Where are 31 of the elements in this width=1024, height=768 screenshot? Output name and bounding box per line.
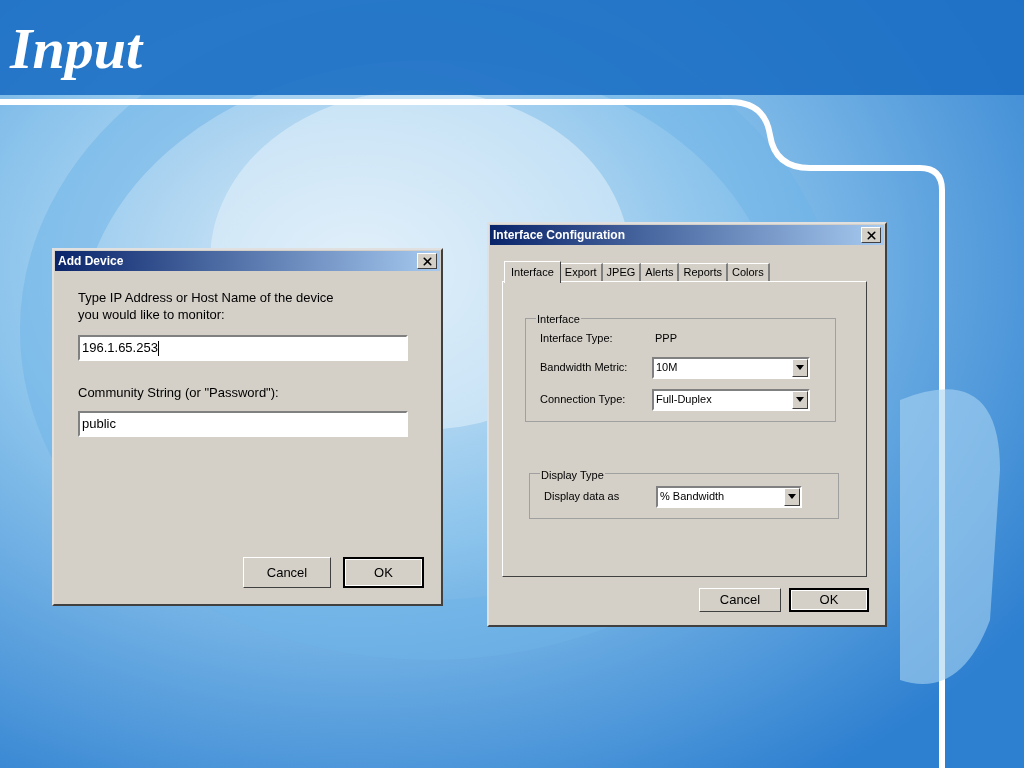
tab[interactable]: Reports bbox=[679, 263, 728, 281]
group-title: Display Type bbox=[541, 468, 604, 481]
close-button[interactable] bbox=[417, 253, 437, 269]
tab[interactable]: Interface bbox=[504, 261, 561, 283]
dialog-button[interactable]: OK bbox=[343, 557, 424, 588]
field-label: Bandwidth Metric: bbox=[540, 360, 629, 376]
tab[interactable]: Alerts bbox=[641, 263, 680, 281]
field-label: Community String (or "Password"): bbox=[78, 384, 280, 402]
field-label: Interface Type: bbox=[540, 331, 614, 346]
dialog-button[interactable]: Cancel bbox=[699, 588, 781, 612]
window-title: Add Device bbox=[58, 255, 124, 267]
field-value: PPP bbox=[654, 331, 677, 347]
tab[interactable]: Export bbox=[560, 263, 603, 281]
dropdown[interactable]: Full-Duplex bbox=[652, 388, 810, 411]
close-icon bbox=[420, 254, 434, 268]
dropdown[interactable]: % Bandwidth bbox=[656, 485, 802, 508]
slide-title: Input bbox=[10, 16, 143, 81]
close-icon bbox=[864, 228, 878, 242]
text-field[interactable]: 196.1.65.253 bbox=[78, 335, 408, 361]
text-field[interactable]: public bbox=[78, 410, 408, 437]
field-label: Connection Type: bbox=[540, 392, 627, 408]
field-label: Display data as bbox=[544, 489, 621, 505]
dialog-button[interactable]: OK bbox=[789, 588, 869, 612]
close-button[interactable] bbox=[861, 227, 881, 243]
dropdown[interactable]: 10M bbox=[652, 356, 810, 379]
tab[interactable]: Colors bbox=[728, 263, 770, 281]
window-title: Interface Configuration bbox=[493, 229, 625, 241]
prompt-text: Type IP Address or Host Name of the device you would like to monitor: bbox=[78, 289, 335, 323]
tab[interactable]: JPEG bbox=[602, 263, 642, 281]
group-title: Interface bbox=[537, 313, 580, 325]
dialog-button[interactable]: Cancel bbox=[243, 557, 331, 588]
